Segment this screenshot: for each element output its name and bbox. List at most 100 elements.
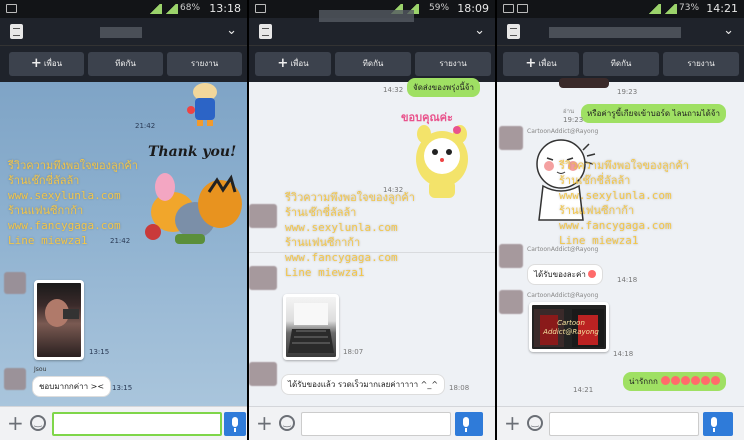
input-bar: + ‿ <box>0 406 247 440</box>
signal-icon <box>164 4 178 14</box>
block-button[interactable]: ทีดกัน <box>583 52 659 76</box>
timestamp: 13:15 <box>89 348 110 356</box>
message-input[interactable] <box>301 412 451 436</box>
add-friend-button[interactable]: + เพื่อน <box>255 52 331 76</box>
chat-area[interactable]: 21:42 Thank you! 21:42 13:15 Jsou ชอบมาก… <box>0 82 247 406</box>
message-input[interactable] <box>52 412 222 436</box>
chat-header: ⌄ <box>249 10 495 46</box>
message-bubble[interactable]: หรือค่ารูขี้เกียจเข้าบอร์ด ไลนถามได้จ้า <box>581 104 726 123</box>
signal-icon <box>148 4 162 14</box>
status-bar: 73% 14:21 <box>497 0 744 18</box>
sender-name: CartoonAddict@Rayong <box>527 292 599 299</box>
timestamp: 19:23 <box>563 116 584 124</box>
input-bar: + ‿ <box>249 406 495 440</box>
heart-eyes-emoji <box>711 376 721 385</box>
notification-icon <box>255 4 266 13</box>
chat-area[interactable]: จัดส่งของพรุ่งนี้จ้า 14:32 ขอบคุณค่ะ 14:… <box>249 78 495 406</box>
timestamp: 14:18 <box>613 350 634 358</box>
read-receipt: อ่าน <box>563 108 575 115</box>
chat-panel-2: 59% 18:09 ⌄ + เพื่อน ทีดกัน รายงาน จัดส่ง… <box>249 0 495 440</box>
photo-message[interactable] <box>283 294 339 360</box>
block-button[interactable]: ทีดกัน <box>335 52 411 76</box>
mail-icon <box>503 4 514 13</box>
microphone-icon[interactable] <box>224 412 246 436</box>
heart-eyes-emoji <box>701 376 711 385</box>
battery-level: 73% <box>679 3 700 13</box>
chat-panel-1: 68% 13:18 ⌄ +เพื่อน ทีดกัน รายงาน 21:42 <box>0 0 247 440</box>
action-bar: + เพื่อน ทีดกัน รายงาน <box>497 46 744 82</box>
microphone-icon[interactable] <box>455 412 483 436</box>
plus-icon: + <box>30 56 42 71</box>
contact-name-blurred <box>319 10 414 22</box>
message-bubble[interactable]: ชอบมากกค่าา >< <box>32 376 112 397</box>
timestamp: 19:23 <box>617 88 638 96</box>
timestamp: 14:32 <box>383 186 404 194</box>
sticker-caption: ขอบคุณค่ะ <box>401 111 453 124</box>
photo-message[interactable] <box>34 280 84 360</box>
contact-avatar <box>4 368 26 390</box>
message-bubble[interactable]: จัดส่งของพรุ่งนี้จ้า <box>407 78 480 97</box>
plus-icon[interactable]: + <box>504 411 521 435</box>
signal-icon <box>647 4 661 14</box>
emoji-icon[interactable]: ‿ <box>279 415 295 431</box>
report-button[interactable]: รายงาน <box>663 52 739 76</box>
report-button[interactable]: รายงาน <box>415 52 491 76</box>
add-friend-button[interactable]: + เพื่อน <box>503 52 579 76</box>
timestamp: 21:42 <box>135 122 156 130</box>
contact-avatar <box>499 126 523 150</box>
chevron-down-icon[interactable]: ⌄ <box>226 23 237 38</box>
photo-watermark: Cartoon Addict@Rayong <box>543 319 599 336</box>
plus-icon: + <box>277 56 289 71</box>
signal-icon <box>663 4 677 14</box>
sender-name: CartoonAddict@Rayong <box>527 128 599 135</box>
add-friend-button[interactable]: + เพื่อน <box>9 52 84 76</box>
message-bubble[interactable]: ได้รับของละค่า <box>527 264 604 285</box>
microphone-icon[interactable] <box>703 412 733 436</box>
contact-avatar <box>499 290 523 314</box>
clock: 13:18 <box>209 2 241 15</box>
report-button[interactable]: รายงาน <box>167 52 242 76</box>
photo-message[interactable]: Cartoon Addict@Rayong <box>529 302 609 352</box>
status-bar: 68% 13:18 <box>0 0 247 18</box>
heart-eyes-emoji <box>691 376 701 385</box>
menu-icon[interactable] <box>10 24 23 39</box>
emoji-icon[interactable]: ‿ <box>527 415 543 431</box>
timestamp: 13:15 <box>112 384 133 392</box>
plus-icon: + <box>525 56 537 71</box>
contact-avatar <box>499 244 523 268</box>
emoji-icon[interactable]: ‿ <box>30 415 46 431</box>
plus-icon[interactable]: + <box>7 411 24 435</box>
heart-eyes-emoji <box>671 376 681 385</box>
timestamp: 21:42 <box>110 237 131 245</box>
sender-name: Jsou <box>34 366 47 373</box>
message-bubble[interactable]: น่ารักกก <box>623 372 727 391</box>
chevron-down-icon[interactable]: ⌄ <box>474 23 485 38</box>
chat-header: ⌄ <box>497 18 744 46</box>
block-button[interactable]: ทีดกัน <box>88 52 163 76</box>
thank-you-text: Thank you! <box>148 144 237 160</box>
message-input[interactable] <box>549 412 699 436</box>
contact-avatar <box>249 266 277 290</box>
chevron-down-icon[interactable]: ⌄ <box>723 23 734 38</box>
cartoon-sticker <box>185 82 225 126</box>
message-bubble[interactable]: ได้รับของแล้ว รวดเร็วมากเลยค่าาาาา ^_^ <box>281 374 446 395</box>
timestamp: 18:07 <box>343 348 364 356</box>
contact-avatar <box>249 362 277 386</box>
menu-icon[interactable] <box>507 24 520 39</box>
cartoon-sticker <box>559 78 609 88</box>
menu-icon[interactable] <box>259 24 272 39</box>
input-bar: + ‿ <box>497 406 744 440</box>
battery-level: 59% <box>429 3 450 13</box>
chat-area[interactable]: 19:23 อ่าน หรือค่ารูขี้เกียจเข้าบอร์ด ไล… <box>497 78 744 406</box>
heart-eyes-emoji <box>681 376 691 385</box>
notification-icon <box>6 4 17 13</box>
timestamp: 18:08 <box>449 384 470 392</box>
contact-avatar <box>4 272 26 294</box>
action-bar: + เพื่อน ทีดกัน รายงาน <box>249 46 495 82</box>
sender-name: CartoonAddict@Rayong <box>527 246 599 253</box>
timestamp: 14:18 <box>617 276 638 284</box>
heart-eyes-emoji <box>588 270 597 278</box>
battery-level: 68% <box>180 3 201 13</box>
clock: 14:21 <box>706 2 738 15</box>
plus-icon[interactable]: + <box>256 411 273 435</box>
